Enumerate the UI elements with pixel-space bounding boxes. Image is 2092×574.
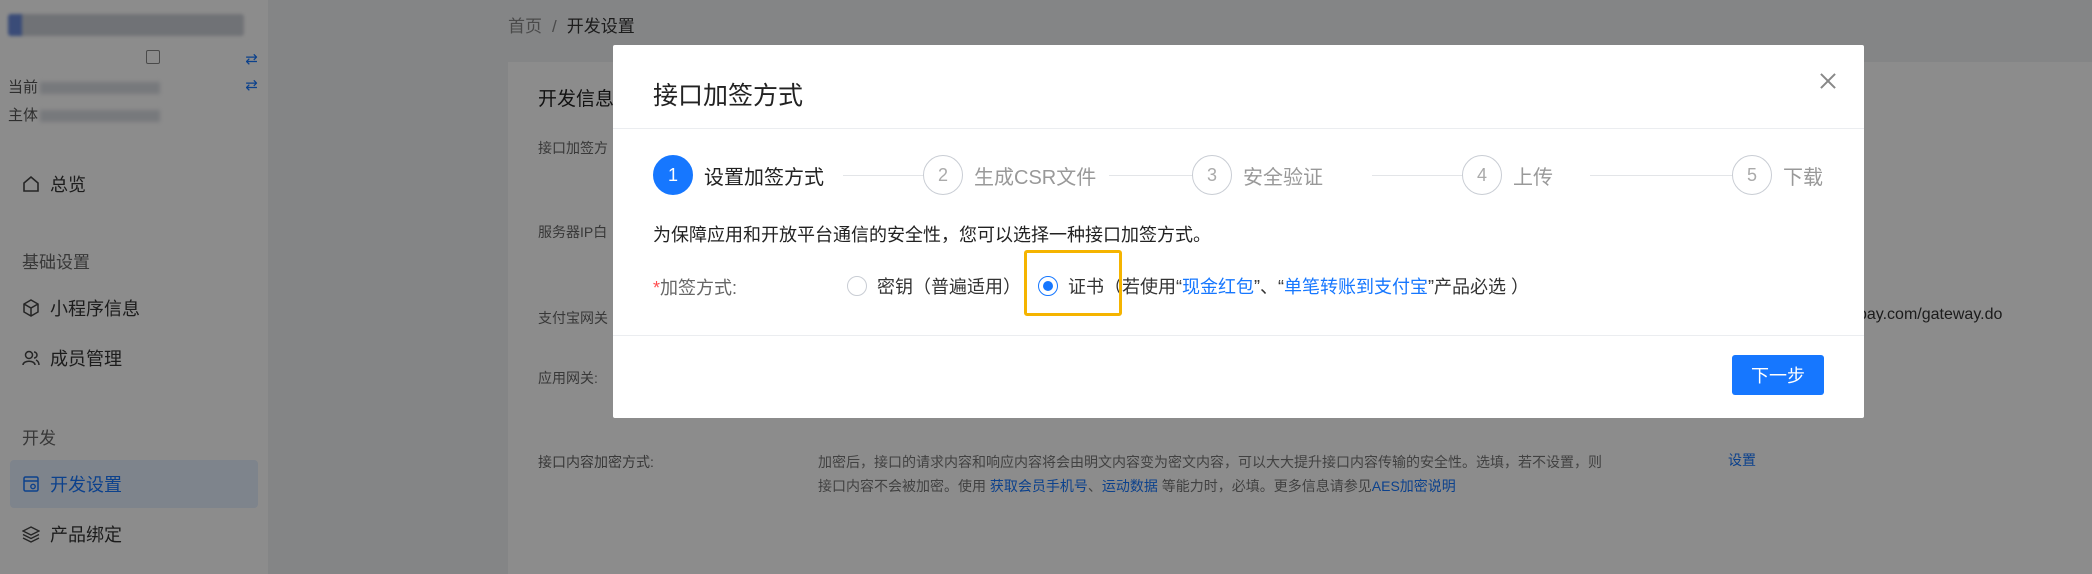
step-3: 3 安全验证: [1192, 155, 1323, 195]
step-1: 1 设置加签方式: [653, 155, 824, 195]
sign-method-label: *加签方式:: [653, 274, 737, 300]
close-icon[interactable]: [1814, 67, 1842, 95]
link-single-transfer[interactable]: 单笔转账到支付宝: [1284, 277, 1428, 297]
cert-label-pre: 证书（若使用“: [1068, 277, 1182, 297]
step-label: 设置加签方式: [704, 166, 824, 189]
step-number: 3: [1192, 155, 1232, 195]
step-label: 下载: [1783, 166, 1823, 189]
sign-method-description: 为保障应用和开放平台通信的安全性，您可以选择一种接口加签方式。: [653, 225, 1211, 245]
modal-footer: 下一步: [613, 335, 1864, 418]
step-2: 2 生成CSR文件: [923, 155, 1096, 195]
link-cash-redpacket[interactable]: 现金红包: [1182, 277, 1254, 297]
sign-method-modal: 接口加签方式 1 设置加签方式 2 生成CSR文件 3 安全验证 4 上传 5 …: [613, 45, 1864, 418]
step-number: 1: [653, 155, 693, 195]
modal-title: 接口加签方式: [653, 82, 804, 110]
radio-certificate-label: 证书（若使用“现金红包”、“单笔转账到支付宝”产品必选 ）: [1068, 273, 1529, 299]
step-connector: [1109, 175, 1205, 176]
step-label: 上传: [1513, 166, 1553, 189]
step-5: 5 下载: [1732, 155, 1823, 195]
sign-method-label-text: 加签方式:: [660, 278, 738, 298]
steps: 1 设置加签方式 2 生成CSR文件 3 安全验证 4 上传 5 下载: [653, 155, 1838, 197]
step-number: 2: [923, 155, 963, 195]
required-mark: *: [653, 278, 661, 298]
radio-key-circle[interactable]: [847, 276, 867, 296]
radio-key-label: 密钥（普遍适用）: [877, 277, 1021, 297]
step-label: 安全验证: [1243, 166, 1323, 189]
next-step-button[interactable]: 下一步: [1732, 355, 1824, 395]
step-number: 4: [1462, 155, 1502, 195]
step-connector: [1372, 175, 1468, 176]
modal-header: 接口加签方式: [613, 45, 1864, 129]
cert-label-post: ”产品必选 ）: [1428, 277, 1529, 297]
step-label: 生成CSR文件: [974, 166, 1097, 189]
sign-method-form-row: *加签方式: 密钥（普遍适用） 证书（若使用“现金红包”、“单笔转账到支付宝”产…: [653, 271, 1833, 301]
step-connector: [1590, 175, 1736, 176]
radio-certificate[interactable]: 证书（若使用“现金红包”、“单笔转账到支付宝”产品必选 ）: [1038, 271, 1529, 301]
radio-key[interactable]: 密钥（普遍适用）: [847, 271, 1021, 301]
step-number: 5: [1732, 155, 1772, 195]
cert-label-mid: ”、“: [1254, 277, 1284, 297]
radio-certificate-circle[interactable]: [1038, 276, 1058, 296]
step-4: 4 上传: [1462, 155, 1553, 195]
